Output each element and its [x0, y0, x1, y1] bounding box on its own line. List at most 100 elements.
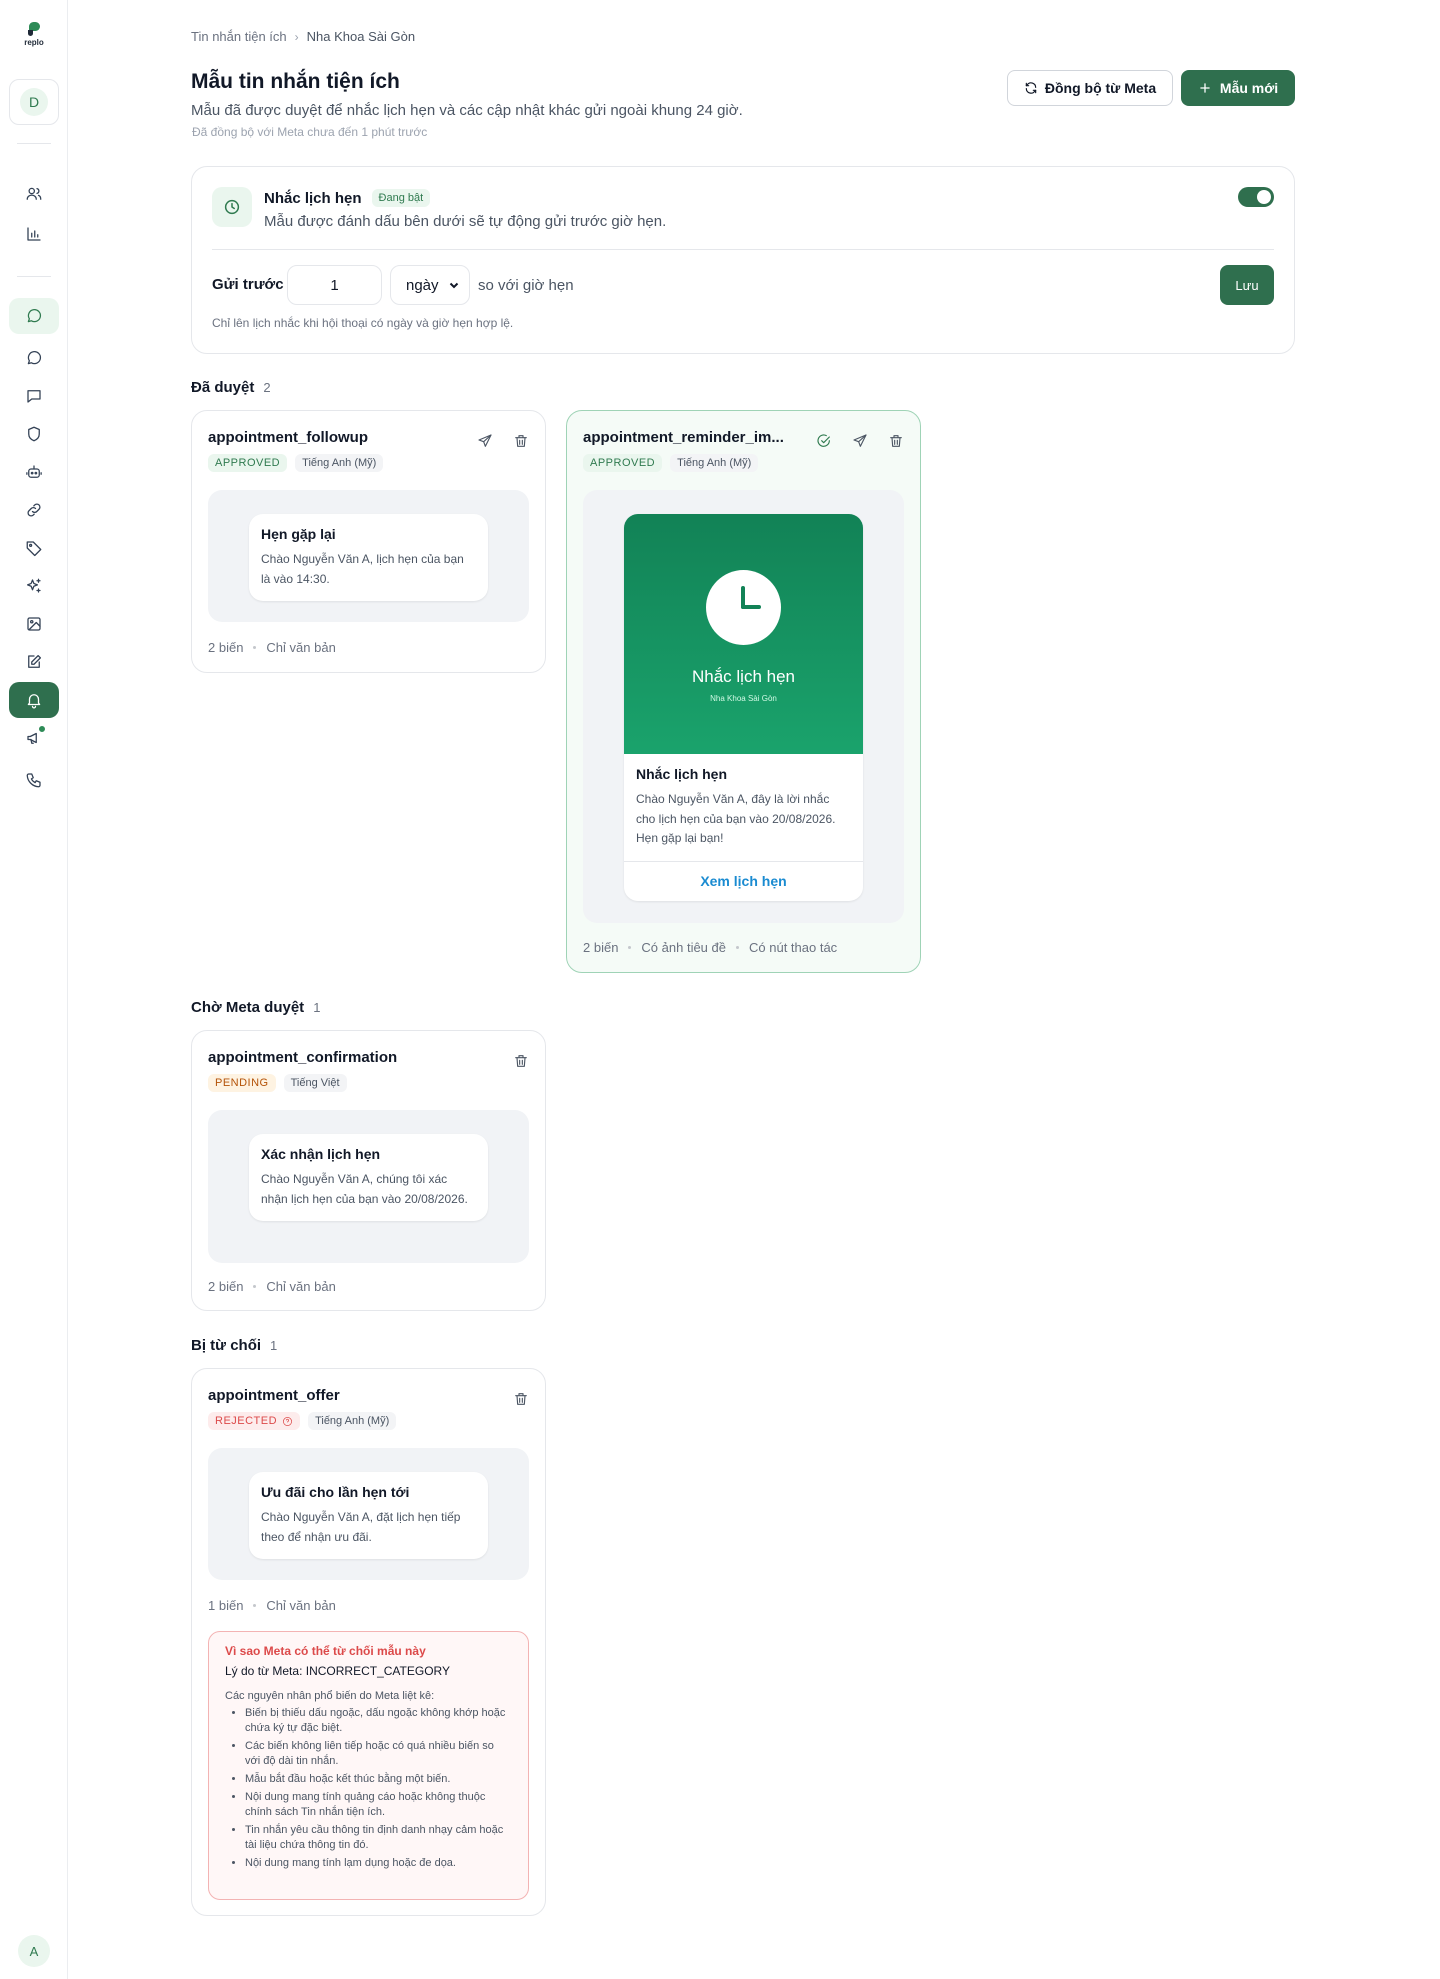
delete-button[interactable]	[511, 431, 531, 451]
reminder-selected-indicator[interactable]	[814, 431, 834, 451]
new-button-label: Mẫu mới	[1219, 80, 1279, 96]
delete-button[interactable]	[511, 1051, 531, 1071]
dot-separator	[628, 946, 632, 949]
save-button[interactable]: Lưu	[1220, 265, 1274, 305]
breadcrumb-parent[interactable]: Tin nhắn tiện ích	[191, 29, 287, 44]
sparkles-icon	[26, 578, 41, 593]
message-title: Hẹn gặp lại	[261, 526, 336, 542]
view-appointment-button[interactable]: Xem lịch hẹn	[624, 860, 863, 901]
sidebar-item-links[interactable]	[9, 492, 59, 528]
reminder-title: Nhắc lịch hẹn	[264, 189, 362, 207]
reminder-toggle[interactable]	[1238, 187, 1274, 207]
chat-bubble-icon	[27, 351, 42, 365]
template-card-followup[interactable]: appointment_followup APPROVED Tiếng Anh …	[191, 410, 546, 673]
status-badge: PENDING	[208, 1074, 276, 1092]
variable-count: 2 biến	[208, 640, 244, 655]
sidebar-item-ai[interactable]	[9, 568, 59, 604]
message-preview: Xác nhận lịch hẹn Chào Nguyễn Văn A, chú…	[208, 1110, 529, 1263]
reminder-settings-card: Nhắc lịch hẹn Đang bật Mẫu được đánh dấu…	[191, 166, 1295, 354]
sidebar-item-contacts[interactable]	[9, 176, 59, 212]
template-meta: 1 biến Chỉ văn bản	[208, 1598, 336, 1613]
send-before-input[interactable]	[287, 265, 382, 305]
template-card-reminder[interactable]: appointment_reminder_im... APPROVED Tiến…	[566, 410, 921, 973]
sidebar-item-bot[interactable]	[9, 454, 59, 490]
new-template-button[interactable]: Mẫu mới	[1181, 70, 1295, 106]
send-icon	[853, 434, 867, 447]
sidebar-item-comments[interactable]	[9, 378, 59, 414]
template-kind: Chỉ văn bản	[266, 1598, 336, 1613]
rich-message-bubble: Nhắc lịch hẹn Nha Khoa Sài Gòn Nhắc lịch…	[624, 514, 863, 901]
workspace-avatar: D	[20, 88, 48, 116]
list-item: Nội dung mang tính quảng cáo hoặc không …	[245, 1790, 512, 1820]
link-icon	[27, 503, 41, 517]
send-before-label: Gửi trước	[212, 276, 284, 293]
bell-icon	[27, 694, 41, 709]
language-badge: Tiếng Anh (Mỹ)	[308, 1412, 397, 1430]
template-name: appointment_offer	[208, 1387, 340, 1404]
rejection-reason: Lý do từ Meta: INCORRECT_CATEGORY	[225, 1664, 450, 1678]
unit-select[interactable]: ngày	[390, 265, 470, 305]
square-message-icon	[27, 390, 41, 403]
template-name: appointment_confirmation	[208, 1049, 398, 1066]
sidebar-item-utility-messages[interactable]	[9, 682, 59, 718]
message-circle-icon	[27, 309, 42, 323]
template-meta: 2 biến Chỉ văn bản	[208, 640, 336, 655]
user-avatar[interactable]: A	[18, 1935, 50, 1967]
plus-icon	[1200, 83, 1210, 93]
logo-text: replo	[24, 38, 44, 47]
message-preview: Ưu đãi cho lần hẹn tới Chào Nguyễn Văn A…	[208, 1448, 529, 1580]
message-body: Chào Nguyễn Văn A, đây là lời nhắc cho l…	[636, 792, 836, 845]
sidebar-item-media[interactable]	[9, 606, 59, 642]
relative-text: so với giờ hẹn	[478, 277, 574, 294]
page-title: Mẫu tin nhắn tiện ích	[191, 70, 400, 93]
header-image: Nhắc lịch hẹn Nha Khoa Sài Gòn	[624, 514, 863, 754]
users-icon	[26, 187, 42, 200]
rejection-title: Vì sao Meta có thể từ chối mẫu này	[225, 1644, 426, 1658]
variable-count: 2 biến	[208, 1279, 244, 1294]
image-icon	[27, 617, 41, 631]
template-card-confirmation[interactable]: appointment_confirmation PENDING Tiếng V…	[191, 1030, 546, 1311]
send-icon	[478, 434, 492, 447]
workspace-switcher[interactable]: D	[9, 79, 59, 125]
sidebar-item-inbox[interactable]	[9, 298, 59, 334]
logo-mark-icon	[27, 22, 41, 36]
list-item: Biến bị thiếu dấu ngoặc, dấu ngoặc không…	[245, 1706, 512, 1736]
header-image-title: Nhắc lịch hẹn	[691, 667, 795, 686]
send-test-button[interactable]	[475, 431, 495, 451]
app-logo[interactable]: replo	[21, 22, 47, 54]
template-tags: APPROVED Tiếng Anh (Mỹ)	[208, 454, 384, 472]
status-badge[interactable]: REJECTED	[208, 1412, 301, 1430]
delete-button[interactable]	[886, 431, 906, 451]
sidebar-item-tags[interactable]	[9, 530, 59, 566]
section-pending-heading: Chờ Meta duyệt 1	[191, 999, 320, 1016]
delete-button[interactable]	[511, 1389, 531, 1409]
message-title: Nhắc lịch hẹn	[636, 766, 728, 782]
section-rejected-heading: Bị từ chối 1	[191, 1337, 277, 1354]
reminder-note: Chỉ lên lịch nhắc khi hội thoại có ngày …	[212, 316, 514, 330]
tag-icon	[26, 541, 42, 557]
sidebar-item-conversations[interactable]	[9, 340, 59, 376]
trash-icon	[890, 435, 902, 447]
template-card-offer[interactable]: appointment_offer REJECTED Tiếng Anh (Mỹ…	[191, 1368, 546, 1916]
sidebar-item-reports[interactable]	[9, 216, 59, 252]
sidebar-divider	[17, 143, 51, 144]
language-badge: Tiếng Việt	[283, 1074, 347, 1092]
list-item: Mẫu bắt đầu hoặc kết thúc bằng một biến.	[245, 1772, 512, 1787]
sidebar-item-moderation[interactable]	[9, 416, 59, 452]
sidebar-item-forms[interactable]	[9, 644, 59, 680]
message-body: Chào Nguyễn Văn A, chúng tôi xác nhận lị…	[261, 1172, 468, 1206]
sidebar-item-calls[interactable]	[9, 762, 59, 798]
dot-separator	[736, 946, 739, 949]
unit-select-value: ngày	[406, 276, 439, 294]
sidebar-item-campaigns[interactable]	[9, 720, 59, 756]
sync-from-meta-button[interactable]: Đồng bộ từ Meta	[1007, 70, 1173, 106]
bar-chart-icon	[27, 227, 41, 241]
send-test-button[interactable]	[850, 431, 870, 451]
message-preview: Hẹn gặp lại Chào Nguyễn Văn A, lịch hẹn …	[208, 490, 529, 622]
template-meta: 2 biến Có ảnh tiêu đề Có nút thao tác	[583, 940, 837, 955]
section-count: 1	[270, 1338, 278, 1353]
clock-icon	[706, 570, 781, 645]
bot-icon	[26, 465, 42, 478]
list-item: Tin nhắn yêu cầu thông tin định danh nhạ…	[245, 1823, 512, 1853]
message-title: Ưu đãi cho lần hẹn tới	[261, 1484, 410, 1500]
